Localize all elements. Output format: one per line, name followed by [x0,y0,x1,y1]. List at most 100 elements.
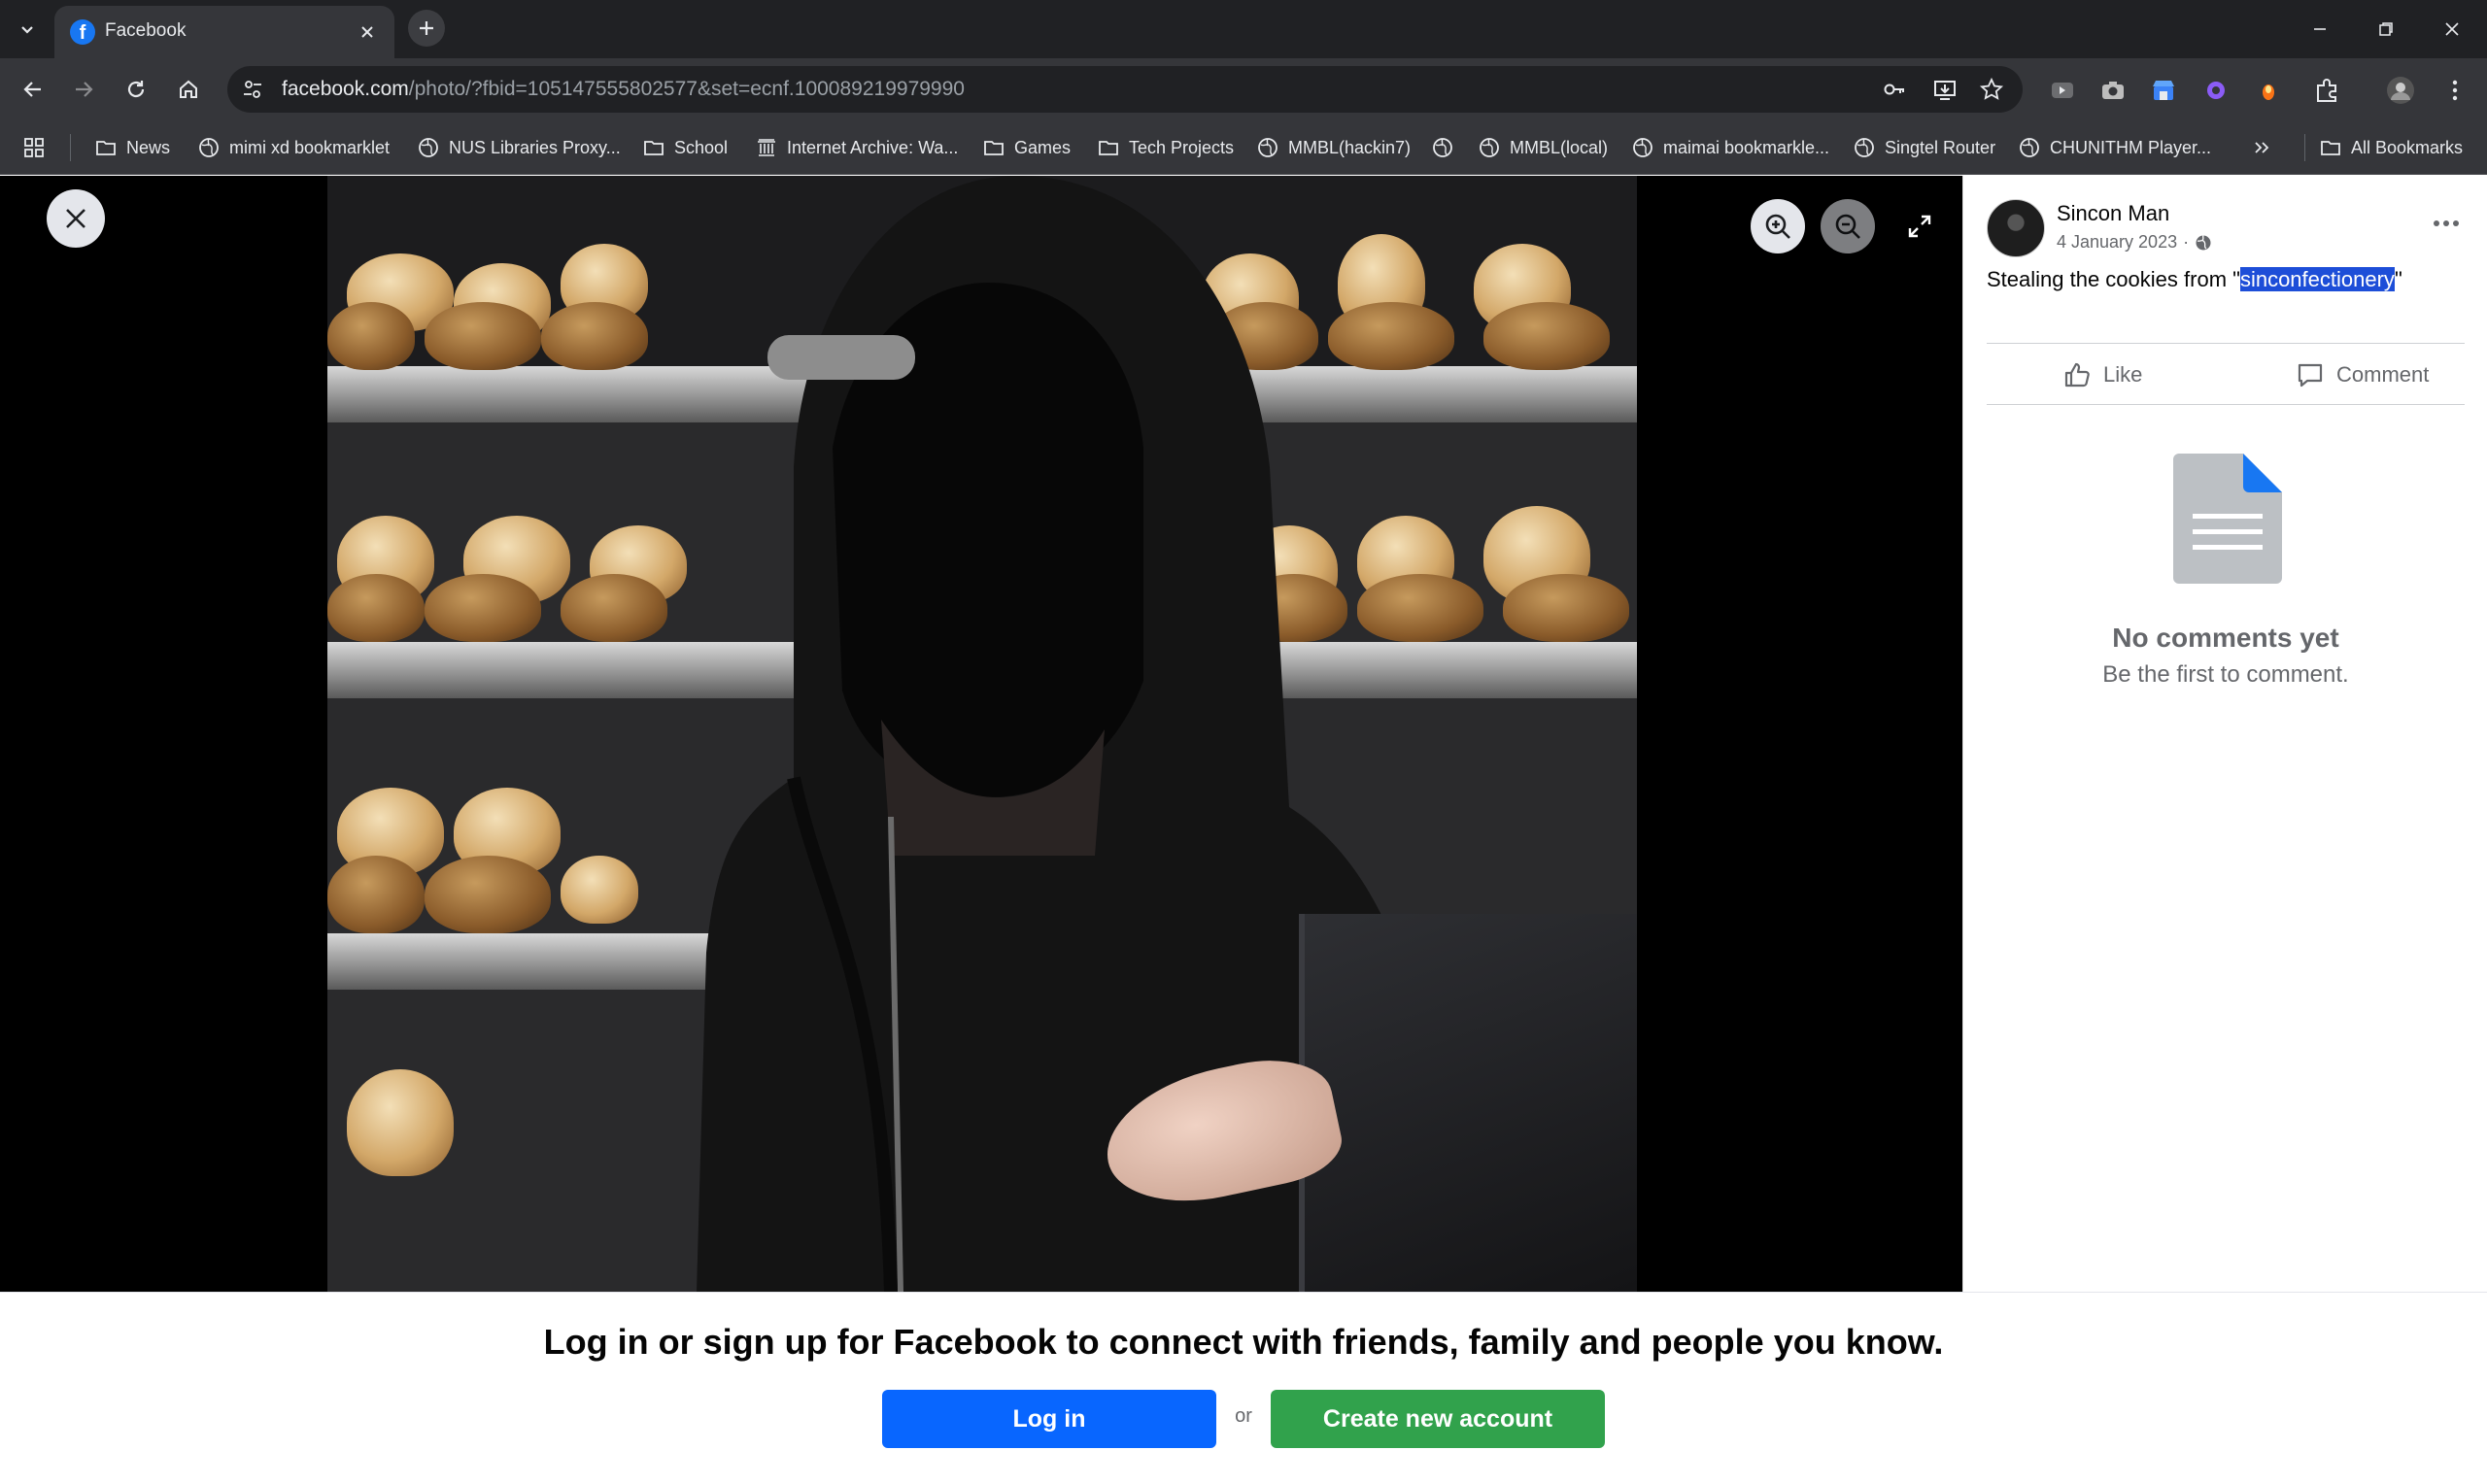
bookmark-chunithm-player[interactable]: CHUNITHM Player... [2019,133,2211,162]
comment-icon [2298,363,2323,388]
globe-icon [1854,137,1875,158]
window-close-button[interactable] [2436,14,2468,45]
zoom-out-button[interactable] [1821,199,1875,253]
all-bookmarks-button[interactable]: All Bookmarks [2320,133,2463,162]
bookmark-news[interactable]: News [95,133,170,162]
bookmark-school[interactable]: School [643,133,728,162]
folder-icon [643,137,664,158]
globe-icon [2019,137,2040,158]
apps-button[interactable] [23,133,45,162]
profile-avatar[interactable] [2386,76,2415,105]
tab-facebook[interactable]: f Facebook [54,6,394,58]
post-details-panel: Sincon Man 4 January 2023 · Stealing the… [1962,176,2487,1292]
close-icon [361,26,373,38]
bookmark-label: maimai bookmarkle... [1663,137,1830,157]
bookmark-label: CHUNITHM Player... [2050,137,2212,157]
close-viewer-button[interactable] [47,189,105,248]
bread-roll [347,1069,454,1176]
tab-close-button[interactable] [354,18,381,46]
zoom-in-button[interactable] [1751,199,1805,253]
extension-gear-icon[interactable] [2201,76,2231,105]
extension-store-icon[interactable] [2149,76,2178,105]
author-name[interactable]: Sincon Man [2057,201,2169,226]
new-tab-button[interactable] [408,10,445,47]
post-options-button[interactable] [2427,209,2466,238]
bread-roll [425,302,541,370]
restore-button[interactable] [2370,14,2402,45]
bookmark-label: MMBL(hackin7) [1288,137,1412,157]
forward-button[interactable] [66,72,101,107]
bread-roll [1503,574,1629,642]
all-bookmarks-label: All Bookmarks [2351,137,2464,157]
archive-icon [756,137,777,158]
more-horizontal-icon [2434,220,2459,226]
bookmark-games[interactable]: Games [983,133,1071,162]
url-text[interactable]: facebook.com/photo/?fbid=105147555802577… [282,78,965,101]
comment-button[interactable]: Comment [2296,354,2429,396]
globe-icon [198,137,220,158]
author-avatar[interactable] [1987,199,2045,257]
folder-icon [2320,137,2341,158]
install-app-button[interactable] [1929,74,1960,105]
globe-icon [1257,137,1278,158]
bookmark-singtel-router[interactable]: Singtel Router [1854,133,1995,162]
restore-icon [2379,22,2393,36]
comment-label: Comment [2336,362,2430,387]
post-photo [327,176,1637,1292]
site-info-button[interactable] [237,74,268,105]
address-bar[interactable]: facebook.com/photo/?fbid=105147555802577… [227,66,2023,113]
post-meta: 4 January 2023 · [2057,232,2212,253]
bookmark-star-button[interactable] [1976,74,2007,105]
minimize-button[interactable] [2304,14,2335,45]
extension-camera-icon[interactable] [2098,76,2128,105]
reload-button[interactable] [119,72,153,107]
bookmark-label: MMBL(local) [1510,137,1609,157]
bookmark-label: Tech Projects [1129,137,1235,157]
chevron-down-icon [21,26,33,34]
bookmark-mmbl-local[interactable]: MMBL(local) [1479,133,1608,162]
globe-icon [1432,137,1453,158]
extension-media-icon[interactable] [2048,76,2077,105]
install-icon [1934,81,1956,100]
no-comments-subtitle: Be the first to comment. [2102,661,2349,688]
fullscreen-button[interactable] [1900,207,1939,246]
bookmark-label: NUS Libraries Proxy... [449,137,621,157]
bookmark-unnamed[interactable] [1432,133,1453,162]
tab-search-button[interactable] [12,14,43,45]
password-key-button[interactable] [1879,74,1910,105]
like-button[interactable]: Like [2062,354,2142,396]
key-icon [1884,84,1904,95]
login-banner: Log in or sign up for Facebook to connec… [0,1292,2487,1484]
bread-roll [327,856,425,933]
expand-icon [1908,215,1931,238]
photo-viewer [0,176,1962,1292]
create-account-button[interactable]: Create new account [1271,1390,1605,1448]
back-button[interactable] [16,72,51,107]
bookmark-nus-libraries[interactable]: NUS Libraries Proxy... [418,133,621,162]
arrow-right-icon [76,82,93,97]
facebook-icon: f [70,19,95,45]
bookmarks-overflow-button[interactable] [2252,133,2271,162]
bookmark-tech-projects[interactable]: Tech Projects [1098,133,1234,162]
like-label: Like [2103,362,2143,387]
bookmark-label: News [126,137,171,157]
bookmark-mimi-xd-bookmarklet[interactable]: mimi xd bookmarklet [198,133,390,162]
folder-icon [95,137,117,158]
extensions-puzzle-icon[interactable] [2312,76,2341,105]
close-icon [66,209,85,228]
bookmark-maimai-bookmarklet[interactable]: maimai bookmarkle... [1632,133,1829,162]
bookmark-internet-archive[interactable]: Internet Archive: Wa... [756,133,958,162]
extension-candle-icon[interactable] [2254,76,2283,105]
bookmark-label: Games [1014,137,1072,157]
bookmarks-bar: News mimi xd bookmarklet NUS Libraries P… [0,120,2487,175]
url-path: /photo/?fbid=105147555802577&set=ecnf.10… [408,78,965,100]
home-button[interactable] [171,72,206,107]
log-in-button[interactable]: Log in [882,1390,1216,1448]
caption-text: Stealing the cookies from " [1987,267,2240,291]
star-icon [1979,77,2004,100]
bookmarks-divider [70,134,71,161]
post-date[interactable]: 4 January 2023 [2057,232,2177,253]
tune-icon [244,81,261,98]
browser-menu-button[interactable] [2440,76,2470,105]
bookmark-mmbl-hackin7[interactable]: MMBL(hackin7) [1257,133,1411,162]
